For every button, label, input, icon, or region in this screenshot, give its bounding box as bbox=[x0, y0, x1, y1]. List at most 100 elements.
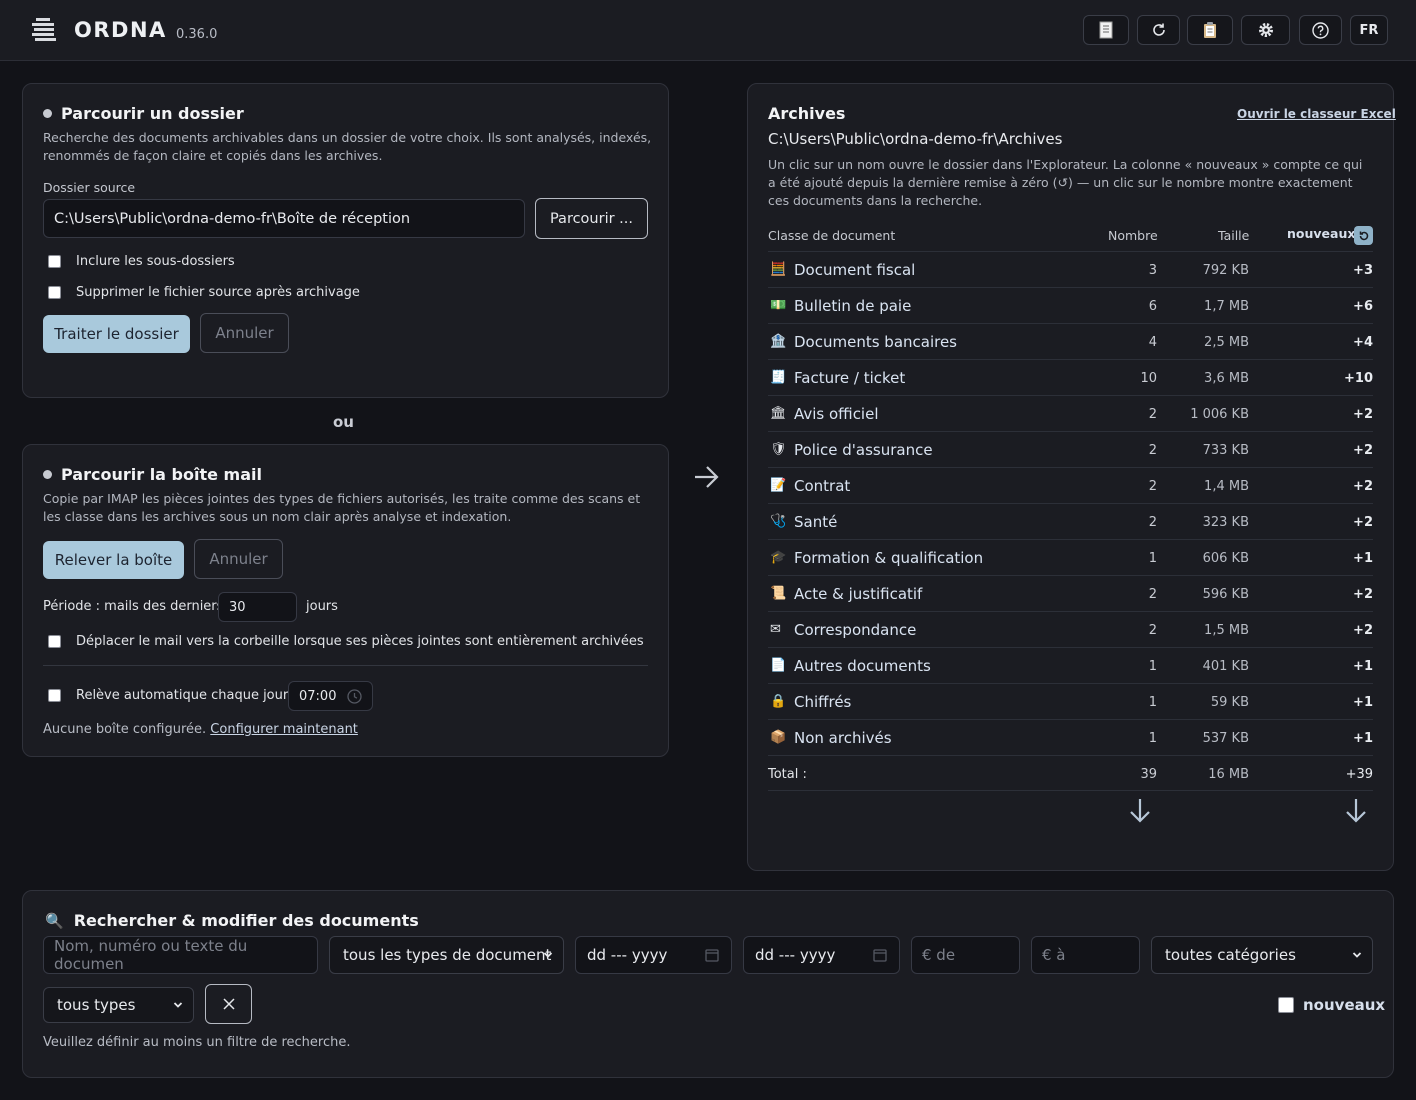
language-button[interactable]: FR bbox=[1350, 15, 1388, 45]
period-days-input[interactable]: 30 bbox=[218, 592, 297, 622]
date-from-input[interactable]: dd --- yyyy bbox=[575, 936, 732, 974]
archive-class-link[interactable]: Documents bancaires bbox=[794, 333, 957, 351]
archive-class-link[interactable]: Chiffrés bbox=[794, 693, 851, 711]
move-to-trash-row[interactable]: Déplacer le mail vers la corbeille lorsq… bbox=[48, 634, 644, 649]
search-text-input[interactable]: Nom, numéro ou texte du documen bbox=[43, 936, 318, 974]
archive-new-count[interactable]: +2 bbox=[1353, 587, 1373, 602]
archive-new-count[interactable]: +3 bbox=[1353, 263, 1373, 278]
folder-card-title: Parcourir un dossier bbox=[43, 104, 244, 123]
document-icon bbox=[1099, 21, 1113, 39]
archive-class-link[interactable]: Correspondance bbox=[794, 621, 916, 639]
archive-new-count[interactable]: +2 bbox=[1353, 479, 1373, 494]
archive-row: 🏦 Documents bancaires 4 2,5 MB +4 bbox=[768, 323, 1373, 359]
settings-button[interactable] bbox=[1241, 15, 1290, 45]
reset-new-button[interactable] bbox=[1354, 226, 1373, 245]
type-value: tous types bbox=[57, 996, 136, 1014]
archive-class-link[interactable]: Contrat bbox=[794, 477, 850, 495]
fetch-mail-button[interactable]: Relever la boîte bbox=[43, 541, 184, 579]
archive-new-count[interactable]: +2 bbox=[1353, 623, 1373, 638]
archive-new-count[interactable]: +4 bbox=[1353, 335, 1373, 350]
arrow-down-icon[interactable] bbox=[1128, 797, 1152, 825]
document-class-icon: 🔒 bbox=[770, 694, 787, 709]
new-only-row[interactable]: nouveaux bbox=[1278, 996, 1385, 1014]
cancel-folder-button[interactable]: Annuler bbox=[200, 313, 289, 353]
date-to-input[interactable]: dd --- yyyy bbox=[743, 936, 900, 974]
new-only-checkbox[interactable] bbox=[1278, 997, 1294, 1013]
divider bbox=[43, 665, 648, 666]
archive-class-link[interactable]: Non archivés bbox=[794, 729, 892, 747]
archive-class-link[interactable]: Autres documents bbox=[794, 657, 931, 675]
archive-size: 733 KB bbox=[1202, 443, 1249, 458]
archive-new-count[interactable]: +2 bbox=[1353, 515, 1373, 530]
archive-class-link[interactable]: Facture / ticket bbox=[794, 369, 905, 387]
calendar-icon[interactable] bbox=[705, 948, 719, 962]
document-button[interactable] bbox=[1083, 15, 1129, 45]
clipboard-button[interactable] bbox=[1187, 15, 1233, 45]
archive-size: 596 KB bbox=[1202, 587, 1249, 602]
delete-source-row[interactable]: Supprimer le fichier source après archiv… bbox=[48, 285, 360, 300]
archive-count: 1 bbox=[1148, 695, 1157, 710]
date-from-placeholder: dd --- yyyy bbox=[587, 946, 668, 964]
gear-icon bbox=[1258, 23, 1273, 37]
date-to-placeholder: dd --- yyyy bbox=[755, 946, 836, 964]
archive-size: 59 KB bbox=[1210, 695, 1249, 710]
archive-count: 2 bbox=[1148, 443, 1157, 458]
auto-fetch-checkbox[interactable] bbox=[48, 689, 61, 702]
source-folder-input[interactable]: C:\Users\Public\ordna-demo-fr\Boîte de r… bbox=[43, 199, 525, 238]
archive-class-link[interactable]: Police d'assurance bbox=[794, 441, 933, 459]
move-to-trash-checkbox[interactable] bbox=[48, 635, 61, 648]
process-folder-button[interactable]: Traiter le dossier bbox=[43, 315, 190, 353]
total-label: Total : bbox=[768, 767, 807, 782]
archive-class-link[interactable]: Santé bbox=[794, 513, 837, 531]
archive-count: 3 bbox=[1148, 263, 1157, 278]
doc-type-select[interactable]: tous les types de document bbox=[329, 936, 564, 974]
search-hint: Veuillez définir au moins un filtre de r… bbox=[43, 1035, 351, 1050]
browse-button[interactable]: Parcourir ... bbox=[535, 198, 648, 239]
archive-size: 1 006 KB bbox=[1190, 407, 1249, 422]
archive-new-count[interactable]: +1 bbox=[1353, 659, 1373, 674]
auto-fetch-row[interactable]: Relève automatique chaque jour à bbox=[48, 688, 300, 703]
archive-class-link[interactable]: Document fiscal bbox=[794, 261, 915, 279]
category-value: toutes catégories bbox=[1165, 946, 1296, 964]
include-subfolders-row[interactable]: Inclure les sous-dossiers bbox=[48, 254, 235, 269]
archive-new-count[interactable]: +1 bbox=[1353, 695, 1373, 710]
archive-class-link[interactable]: Acte & justificatif bbox=[794, 585, 922, 603]
category-select[interactable]: toutes catégories bbox=[1151, 936, 1373, 974]
search-text-placeholder: Nom, numéro ou texte du documen bbox=[54, 937, 248, 973]
delete-source-checkbox[interactable] bbox=[48, 286, 61, 299]
archive-new-count[interactable]: +1 bbox=[1353, 551, 1373, 566]
calendar-icon[interactable] bbox=[873, 948, 887, 962]
archive-count: 2 bbox=[1148, 623, 1157, 638]
archive-new-count[interactable]: +6 bbox=[1353, 299, 1373, 314]
refresh-button[interactable] bbox=[1137, 15, 1180, 45]
archive-new-count[interactable]: +2 bbox=[1353, 407, 1373, 422]
clear-filters-button[interactable] bbox=[205, 984, 252, 1024]
configure-now-link[interactable]: Configurer maintenant bbox=[210, 722, 358, 737]
auto-fetch-time-input[interactable]: 07:00 bbox=[288, 681, 373, 711]
clock-icon bbox=[347, 689, 362, 704]
amount-to-placeholder: € à bbox=[1042, 946, 1066, 964]
amount-to-input[interactable]: € à bbox=[1031, 936, 1140, 974]
archive-new-count[interactable]: +2 bbox=[1353, 443, 1373, 458]
move-to-trash-label: Déplacer le mail vers la corbeille lorsq… bbox=[76, 634, 644, 649]
archives-path[interactable]: C:\Users\Public\ordna-demo-fr\Archives bbox=[768, 130, 1062, 148]
period-unit: jours bbox=[306, 599, 338, 614]
archive-new-count[interactable]: +1 bbox=[1353, 731, 1373, 746]
column-header-new: nouveaux bbox=[1287, 226, 1356, 241]
archive-class-link[interactable]: Bulletin de paie bbox=[794, 297, 911, 315]
bullet-icon bbox=[43, 470, 52, 479]
no-mailbox-row: Aucune boîte configurée. Configurer main… bbox=[43, 722, 358, 737]
amount-from-input[interactable]: € de bbox=[911, 936, 1020, 974]
archive-row: 🏛 Avis officiel 2 1 006 KB +2 bbox=[768, 395, 1373, 431]
open-excel-link[interactable]: Ouvrir le classeur Excel bbox=[1237, 107, 1396, 121]
archive-new-count[interactable]: +10 bbox=[1344, 371, 1373, 386]
help-button[interactable] bbox=[1299, 15, 1342, 45]
archive-row: 🔒 Chiffrés 1 59 KB +1 bbox=[768, 683, 1373, 719]
include-subfolders-checkbox[interactable] bbox=[48, 255, 61, 268]
arrow-down-icon[interactable] bbox=[1344, 797, 1368, 825]
archive-row: 🛡 Police d'assurance 2 733 KB +2 bbox=[768, 431, 1373, 467]
archive-class-link[interactable]: Formation & qualification bbox=[794, 549, 983, 567]
archive-class-link[interactable]: Avis officiel bbox=[794, 405, 879, 423]
cancel-mail-button[interactable]: Annuler bbox=[194, 539, 283, 579]
type-select[interactable]: tous types bbox=[43, 987, 194, 1023]
